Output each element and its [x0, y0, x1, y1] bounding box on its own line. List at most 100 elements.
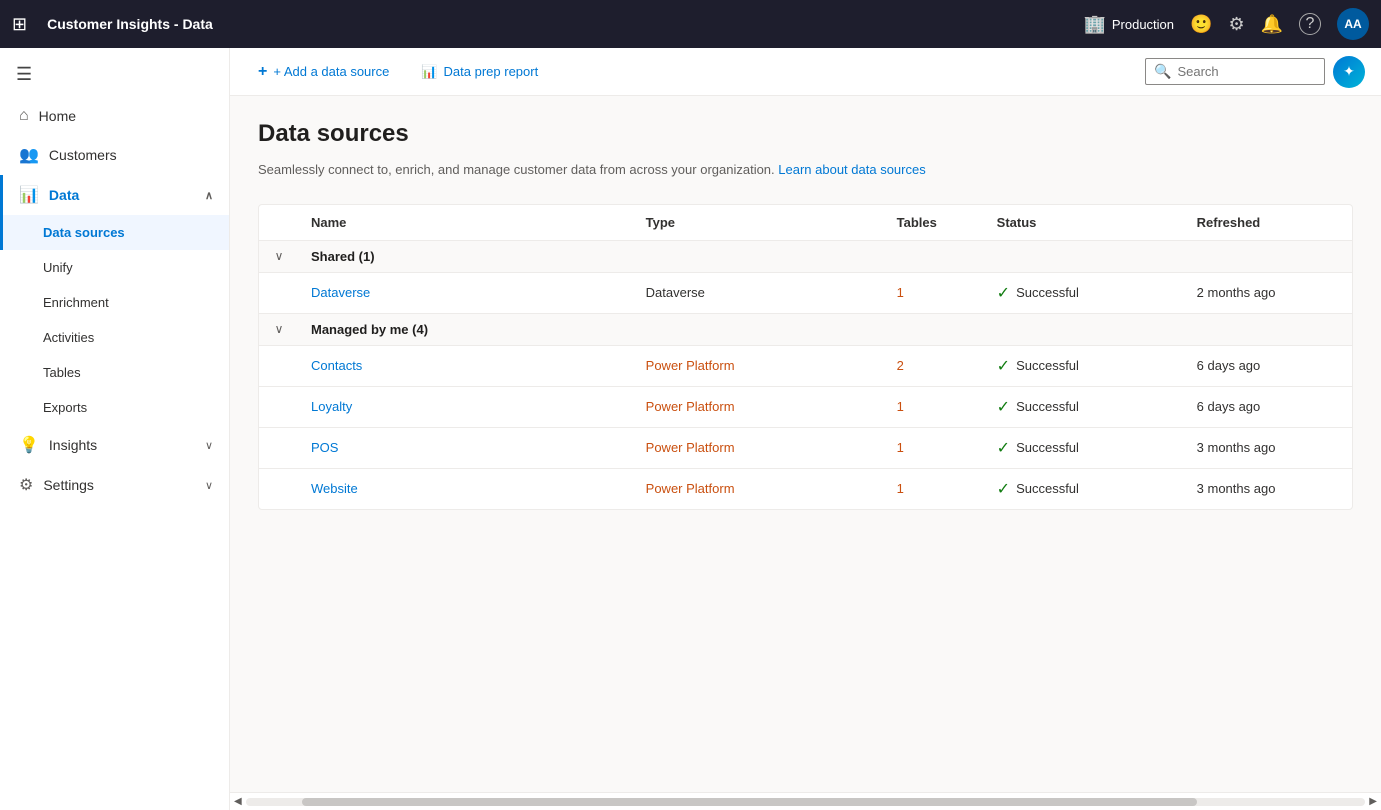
- search-icon: 🔍: [1154, 63, 1171, 80]
- sidebar-item-activities-label: Activities: [43, 330, 94, 345]
- row-status-dataverse: ✓ Successful: [985, 283, 1185, 303]
- sidebar-item-tables-label: Tables: [43, 365, 81, 380]
- status-check-icon: ✓: [997, 397, 1010, 417]
- col-status: Status: [985, 215, 1185, 230]
- shared-group-label: Shared (1): [299, 249, 1352, 264]
- row-refreshed-loyalty: 6 days ago: [1185, 399, 1352, 414]
- data-icon: 📊: [19, 185, 39, 205]
- row-name-loyalty[interactable]: Loyalty: [299, 399, 634, 414]
- sidebar-item-tables[interactable]: Tables: [0, 355, 229, 390]
- shared-expand-icon[interactable]: ∨: [259, 249, 299, 263]
- hamburger-menu[interactable]: ☰: [0, 56, 229, 97]
- row-status-loyalty: ✓ Successful: [985, 397, 1185, 417]
- sidebar-item-enrichment[interactable]: Enrichment: [0, 285, 229, 320]
- sidebar-item-exports-label: Exports: [43, 400, 87, 415]
- sidebar-item-data-sources[interactable]: Data sources: [0, 215, 229, 250]
- sidebar-item-settings-label: Settings: [43, 477, 94, 493]
- table-row: POS Power Platform 1 ✓ Successful 3 mont…: [259, 428, 1352, 469]
- row-type-loyalty: Power Platform: [634, 399, 885, 414]
- bell-icon[interactable]: 🔔: [1261, 14, 1283, 35]
- help-icon[interactable]: ?: [1299, 13, 1321, 35]
- row-tables-loyalty: 1: [885, 399, 985, 414]
- row-name-website[interactable]: Website: [299, 481, 634, 496]
- learn-more-link[interactable]: Learn about data sources: [778, 162, 925, 177]
- group-managed: ∨ Managed by me (4): [259, 314, 1352, 346]
- grid-icon[interactable]: ⊞: [12, 14, 27, 35]
- customers-icon: 👥: [19, 145, 39, 165]
- row-tables-contacts: 2: [885, 358, 985, 373]
- row-name-contacts[interactable]: Contacts: [299, 358, 634, 373]
- row-refreshed-contacts: 6 days ago: [1185, 358, 1352, 373]
- sidebar-item-home-label: Home: [39, 108, 76, 124]
- sidebar-item-insights[interactable]: 💡 Insights ∨: [0, 425, 229, 465]
- data-sources-table: Name Type Tables Status Refreshed ∨ Shar…: [258, 204, 1353, 510]
- managed-expand-icon[interactable]: ∨: [259, 322, 299, 336]
- col-refreshed: Refreshed: [1185, 215, 1352, 230]
- page-description: Seamlessly connect to, enrich, and manag…: [258, 160, 1353, 180]
- horizontal-scrollbar[interactable]: ◀ ▶: [230, 792, 1381, 810]
- user-avatar[interactable]: AA: [1337, 8, 1369, 40]
- row-name-pos[interactable]: POS: [299, 440, 634, 455]
- search-input[interactable]: [1177, 64, 1307, 79]
- add-datasource-button[interactable]: + + Add a data source: [246, 57, 401, 87]
- topbar: ⊞ Customer Insights - Data 🏢 Production …: [0, 0, 1381, 48]
- row-refreshed-pos: 3 months ago: [1185, 440, 1352, 455]
- sidebar-item-enrichment-label: Enrichment: [43, 295, 109, 310]
- scroll-track[interactable]: [246, 798, 1366, 806]
- col-name: Name: [299, 215, 634, 230]
- table-row: Dataverse Dataverse 1 ✓ Successful 2 mon…: [259, 273, 1352, 314]
- sidebar-item-settings[interactable]: ⚙ Settings ∨: [0, 465, 229, 505]
- col-expand: [259, 215, 299, 230]
- sidebar-item-data-sources-label: Data sources: [43, 225, 125, 240]
- env-icon: 🏢: [1083, 14, 1105, 35]
- row-status-pos: ✓ Successful: [985, 438, 1185, 458]
- scroll-right-arrow[interactable]: ▶: [1369, 796, 1377, 807]
- scroll-thumb[interactable]: [302, 798, 1198, 806]
- app-title: Customer Insights - Data: [47, 16, 1075, 32]
- status-check-icon: ✓: [997, 479, 1010, 499]
- group-shared: ∨ Shared (1): [259, 241, 1352, 273]
- sidebar-item-data-label: Data: [49, 187, 79, 203]
- row-refreshed-dataverse: 2 months ago: [1185, 285, 1352, 300]
- content-area: Data sources Seamlessly connect to, enri…: [230, 96, 1381, 792]
- data-prep-label: Data prep report: [444, 64, 539, 79]
- smiley-icon[interactable]: 🙂: [1190, 14, 1212, 35]
- search-box[interactable]: 🔍: [1145, 58, 1325, 85]
- sidebar-item-activities[interactable]: Activities: [0, 320, 229, 355]
- row-status-contacts: ✓ Successful: [985, 356, 1185, 376]
- toolbar: + + Add a data source 📊 Data prep report…: [230, 48, 1381, 96]
- add-datasource-label: + Add a data source: [273, 64, 389, 79]
- sidebar-item-customers-label: Customers: [49, 147, 117, 163]
- sidebar-item-home[interactable]: ⌂ Home: [0, 97, 229, 135]
- status-check-icon: ✓: [997, 283, 1010, 303]
- copilot-icon: ✦: [1343, 63, 1355, 80]
- table-row: Loyalty Power Platform 1 ✓ Successful 6 …: [259, 387, 1352, 428]
- sidebar-item-data[interactable]: 📊 Data ∧: [0, 175, 229, 215]
- add-icon: +: [258, 63, 267, 81]
- settings-icon[interactable]: ⚙: [1228, 14, 1244, 35]
- status-check-icon: ✓: [997, 356, 1010, 376]
- copilot-button[interactable]: ✦: [1333, 56, 1365, 88]
- sidebar-item-exports[interactable]: Exports: [0, 390, 229, 425]
- row-tables-pos: 1: [885, 440, 985, 455]
- sidebar: ☰ ⌂ Home 👥 Customers 📊 Data ∧ Data sourc…: [0, 48, 230, 810]
- status-check-icon: ✓: [997, 438, 1010, 458]
- data-prep-button[interactable]: 📊 Data prep report: [409, 58, 550, 86]
- table-row: Website Power Platform 1 ✓ Successful 3 …: [259, 469, 1352, 509]
- row-name-dataverse[interactable]: Dataverse: [299, 285, 634, 300]
- table-header: Name Type Tables Status Refreshed: [259, 205, 1352, 241]
- topbar-right: 🏢 Production 🙂 ⚙ 🔔 ? AA: [1083, 8, 1369, 40]
- scroll-left-arrow[interactable]: ◀: [234, 796, 242, 807]
- row-type-dataverse: Dataverse: [634, 285, 885, 300]
- sidebar-item-customers[interactable]: 👥 Customers: [0, 135, 229, 175]
- row-tables-website: 1: [885, 481, 985, 496]
- row-type-contacts: Power Platform: [634, 358, 885, 373]
- home-icon: ⌂: [19, 107, 29, 125]
- sidebar-item-insights-label: Insights: [49, 437, 97, 453]
- environment-selector[interactable]: 🏢 Production: [1083, 14, 1174, 35]
- row-type-pos: Power Platform: [634, 440, 885, 455]
- sidebar-item-unify[interactable]: Unify: [0, 250, 229, 285]
- sidebar-item-unify-label: Unify: [43, 260, 73, 275]
- data-prep-icon: 📊: [421, 64, 437, 80]
- insights-icon: 💡: [19, 435, 39, 455]
